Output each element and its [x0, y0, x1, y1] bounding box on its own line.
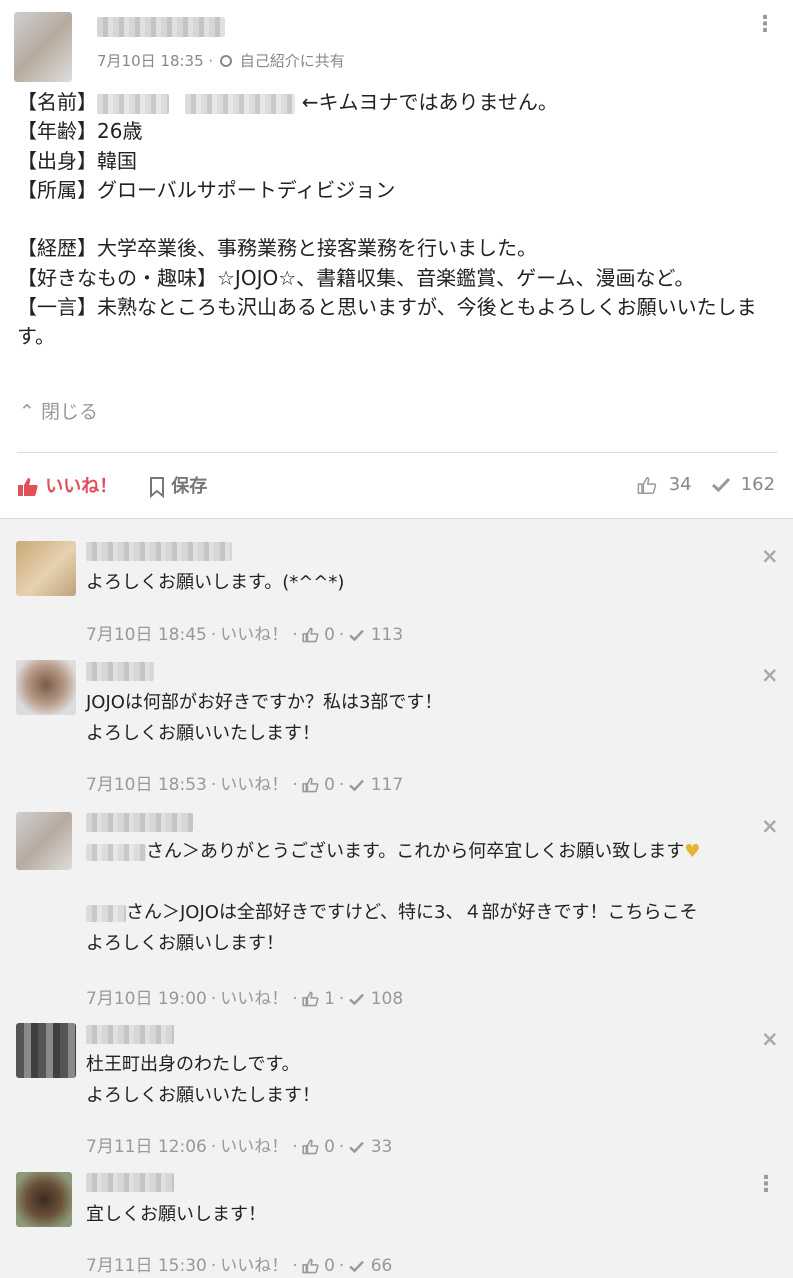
thumbs-up-icon — [302, 777, 319, 793]
commenter-name-redacted[interactable] — [86, 1025, 174, 1044]
comment-date[interactable]: 7月10日 19:00 — [86, 989, 207, 1009]
redacted-name-1 — [97, 93, 169, 114]
hobbies-line: 【好きなもの・趣味】☆JOJO☆、書籍収集、音楽鑑賞、ゲーム、漫画など。 — [17, 265, 695, 290]
origin-line: 【出身】韓国 — [17, 148, 137, 173]
comment-meta: 7月10日 18:53 · いいね！ · 0 · 117 — [86, 775, 404, 795]
comment-read-count[interactable]: 108 — [371, 989, 403, 1009]
post-card: 7月10日 18:35 · 自己紹介に共有 ⋮ 【名前】 ←キムヨナではありませ… — [0, 0, 793, 519]
more-vert-icon[interactable]: ⋮ — [755, 1174, 777, 1196]
comment-date[interactable]: 7月11日 12:06 — [86, 1137, 207, 1157]
comment-read-count[interactable]: 117 — [371, 775, 403, 795]
commenter-name-redacted[interactable] — [86, 1173, 174, 1192]
comment-read-count[interactable]: 33 — [371, 1137, 393, 1157]
name-line: 【名前】 ←キムヨナではありません。 — [17, 90, 558, 114]
comment-line: 【一言】未熟なところも沢山あると思いますが、今後ともよろしくお願いいたします。 — [17, 295, 757, 349]
commenter-name-redacted[interactable] — [86, 662, 154, 681]
post-actions: いいね！ 保存 34 162 — [17, 470, 793, 502]
commenter-avatar[interactable] — [16, 1172, 72, 1227]
check-icon — [711, 477, 731, 493]
comment-meta: 7月11日 12:06 · いいね！ · 0 · 33 — [86, 1137, 393, 1157]
comment-like-count[interactable]: 0 — [324, 625, 335, 645]
comment-read-count[interactable]: 66 — [371, 1256, 393, 1276]
comment-text: よろしくお願いします。(*^^*) — [86, 572, 345, 593]
heart-icon: ♥ — [684, 841, 701, 862]
check-icon — [349, 1260, 365, 1272]
read-count[interactable]: 162 — [711, 474, 775, 495]
thumbs-up-icon — [302, 991, 319, 1007]
comment-text: 宜しくお願いします！ — [86, 1204, 266, 1225]
comment-like-count[interactable]: 0 — [324, 1137, 335, 1157]
more-vert-icon[interactable]: ⋮ — [754, 14, 776, 36]
like-button[interactable]: いいね！ — [17, 472, 117, 498]
comment-like-button[interactable]: いいね！ — [220, 1137, 288, 1157]
comment-read-count[interactable]: 113 — [371, 625, 403, 645]
comment-text: さん＞ありがとうございます。これから何卒宜しくお願い致します♥ さん＞JOJOは… — [86, 841, 701, 954]
author-avatar[interactable] — [14, 12, 72, 82]
comment-meta: 7月10日 18:45 · いいね！ · 0 · 113 — [86, 625, 404, 645]
comment-like-button[interactable]: いいね！ — [220, 989, 288, 1009]
comment-like-button[interactable]: いいね！ — [220, 775, 288, 795]
comment-date[interactable]: 7月10日 18:45 — [86, 625, 207, 645]
comment-date[interactable]: 7月10日 18:53 — [86, 775, 207, 795]
post-meta: 7月10日 18:35 · 自己紹介に共有 — [97, 52, 345, 70]
post-body: 【名前】 ←キムヨナではありません。 【年齢】26歳 【出身】韓国 【所属】グロ… — [17, 88, 777, 352]
save-button[interactable]: 保存 — [149, 472, 207, 498]
close-icon[interactable]: × — [761, 1029, 779, 1050]
check-icon — [349, 993, 365, 1005]
chevron-up-icon: ⌃ — [19, 401, 35, 423]
collapse-toggle[interactable]: ⌃ 閉じる — [19, 397, 98, 424]
thumbs-up-icon — [637, 476, 657, 494]
comment-text: 杜王町出身のわたしです。 よろしくお願いいたします！ — [86, 1054, 320, 1106]
commenter-avatar[interactable] — [16, 812, 72, 870]
comment-meta: 7月11日 15:30 · いいね！ · 0 · 66 — [86, 1256, 393, 1276]
career-line: 【経歴】大学卒業後、事務業務と接客業務を行いました。 — [17, 236, 537, 261]
check-icon — [349, 1141, 365, 1153]
comment-date[interactable]: 7月11日 15:30 — [86, 1256, 207, 1276]
comment-like-count[interactable]: 0 — [324, 775, 335, 795]
comment-like-count[interactable]: 1 — [324, 989, 335, 1009]
comment-like-count[interactable]: 0 — [324, 1256, 335, 1276]
commenter-avatar[interactable] — [16, 1023, 76, 1078]
comment-like-button[interactable]: いいね！ — [220, 625, 288, 645]
thumbs-up-icon — [302, 1258, 319, 1274]
thumbs-up-icon — [18, 478, 38, 496]
thumbs-up-icon — [302, 1139, 319, 1155]
circle-icon — [219, 55, 232, 67]
share-target[interactable]: 自己紹介に共有 — [240, 52, 345, 70]
like-count[interactable]: 34 — [637, 474, 692, 495]
close-icon[interactable]: × — [761, 665, 779, 686]
thumbs-up-icon — [302, 627, 319, 643]
divider — [17, 452, 777, 453]
author-name-redacted[interactable] — [97, 17, 225, 37]
mention-redacted[interactable] — [86, 843, 146, 861]
comment-text: JOJOは何部がお好きですか？私は3部です！ よろしくお願いいたします！ — [86, 692, 443, 744]
age-line: 【年齢】26歳 — [17, 119, 143, 144]
comment-like-button[interactable]: いいね！ — [220, 1256, 288, 1276]
comment-meta: 7月10日 19:00 · いいね！ · 1 · 108 — [86, 989, 404, 1009]
commenter-name-redacted[interactable] — [86, 542, 232, 561]
redacted-name-2 — [185, 93, 296, 114]
post-date[interactable]: 7月10日 18:35 — [97, 52, 204, 70]
commenter-avatar[interactable] — [16, 541, 76, 596]
affiliation-line: 【所属】グローバルサポートディビジョン — [17, 177, 396, 202]
close-icon[interactable]: × — [761, 546, 779, 567]
commenter-avatar[interactable] — [16, 660, 76, 715]
commenter-name-redacted[interactable] — [86, 813, 193, 832]
check-icon — [349, 779, 365, 791]
bookmark-icon — [150, 476, 164, 498]
close-icon[interactable]: × — [761, 816, 779, 837]
check-icon — [349, 629, 365, 641]
mention-redacted[interactable] — [86, 904, 126, 922]
